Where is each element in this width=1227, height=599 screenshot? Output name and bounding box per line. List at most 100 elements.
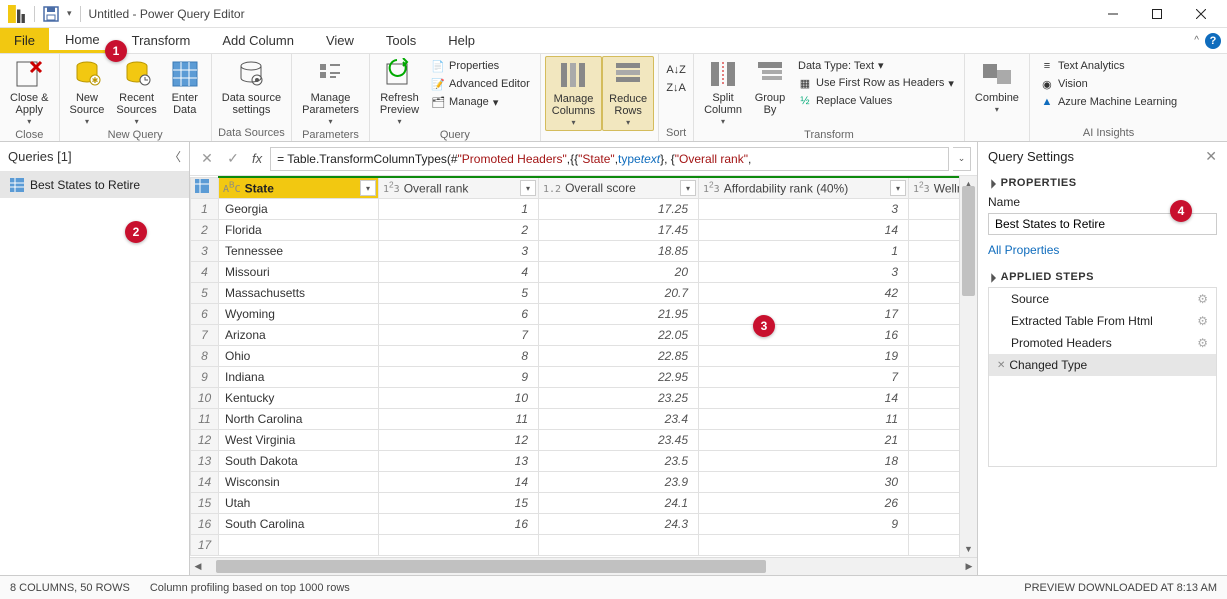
cell-wellness[interactable]	[909, 240, 960, 261]
data-source-settings-button[interactable]: Data source settings	[216, 56, 287, 118]
tab-help[interactable]: Help	[432, 28, 491, 53]
split-column-button[interactable]: Split Column▾	[698, 56, 748, 129]
cell-state[interactable]: Wisconsin	[219, 471, 379, 492]
column-header-state[interactable]: ABCState▾	[219, 177, 379, 198]
cell-afford[interactable]: 14	[699, 387, 909, 408]
refresh-preview-button[interactable]: Refresh Preview▾	[374, 56, 425, 129]
cell-rank[interactable]: 4	[379, 261, 539, 282]
cell-state[interactable]: Utah	[219, 492, 379, 513]
cell-score[interactable]: 23.4	[539, 408, 699, 429]
data-grid[interactable]: ABCState▾ 123Overall rank▾ 1.2Overall sc…	[190, 176, 959, 557]
gear-icon[interactable]: ⚙	[1197, 314, 1208, 328]
column-header-affordability[interactable]: 123Affordability rank (40%)▾	[699, 177, 909, 198]
cell-wellness[interactable]	[909, 345, 960, 366]
cell-score[interactable]: 23.9	[539, 471, 699, 492]
cell-rank[interactable]: 16	[379, 513, 539, 534]
applied-steps-section[interactable]: APPLIED STEPS	[988, 271, 1217, 283]
tab-file[interactable]: File	[0, 28, 49, 53]
table-row[interactable]: 15Utah1524.126	[191, 492, 960, 513]
properties-section[interactable]: PROPERTIES	[988, 177, 1217, 189]
table-row[interactable]: 17	[191, 534, 960, 555]
cell-afford[interactable]: 11	[699, 408, 909, 429]
sort-desc-button[interactable]: Z↓A	[667, 80, 685, 96]
cell-score[interactable]: 17.45	[539, 219, 699, 240]
tab-add-column[interactable]: Add Column	[206, 28, 310, 53]
query-item[interactable]: Best States to Retire	[0, 172, 189, 198]
tab-tools[interactable]: Tools	[370, 28, 432, 53]
cell-rank[interactable]: 15	[379, 492, 539, 513]
table-row[interactable]: 3Tennessee318.851	[191, 240, 960, 261]
filter-dropdown-icon[interactable]: ▾	[360, 180, 376, 196]
help-icon[interactable]: ?	[1205, 33, 1221, 49]
cell-score[interactable]: 22.05	[539, 324, 699, 345]
close-button[interactable]	[1179, 0, 1223, 28]
cell-state[interactable]: Tennessee	[219, 240, 379, 261]
cell-score[interactable]: 17.25	[539, 198, 699, 219]
scroll-thumb[interactable]	[962, 186, 975, 296]
cell-rank[interactable]: 8	[379, 345, 539, 366]
table-row[interactable]: 11North Carolina1123.411	[191, 408, 960, 429]
cell-wellness[interactable]	[909, 492, 960, 513]
formula-cancel-icon[interactable]: ✕	[196, 148, 218, 170]
table-row[interactable]: 8Ohio822.8519	[191, 345, 960, 366]
all-properties-link[interactable]: All Properties	[988, 243, 1217, 257]
table-row[interactable]: 9Indiana922.957	[191, 366, 960, 387]
collapse-queries-icon[interactable]: 〈	[169, 148, 181, 165]
cell-rank[interactable]: 10	[379, 387, 539, 408]
close-settings-icon[interactable]: ✕	[1205, 148, 1217, 165]
column-header-overall-score[interactable]: 1.2Overall score▾	[539, 177, 699, 198]
cell-score[interactable]: 22.85	[539, 345, 699, 366]
table-row[interactable]: 16South Carolina1624.39	[191, 513, 960, 534]
cell-state[interactable]: Massachusetts	[219, 282, 379, 303]
new-source-button[interactable]: ✱ New Source▾	[64, 56, 111, 129]
scroll-left-icon[interactable]: ◀	[190, 558, 206, 575]
properties-button[interactable]: 📄Properties	[429, 58, 532, 74]
scroll-down-icon[interactable]: ▼	[960, 541, 977, 557]
cell-state[interactable]: South Carolina	[219, 513, 379, 534]
cell-state[interactable]: Missouri	[219, 261, 379, 282]
cell-wellness[interactable]	[909, 387, 960, 408]
tab-transform[interactable]: Transform	[116, 28, 207, 53]
cell-state[interactable]: Ohio	[219, 345, 379, 366]
cell-afford[interactable]: 26	[699, 492, 909, 513]
cell-rank[interactable]: 13	[379, 450, 539, 471]
cell-wellness[interactable]	[909, 219, 960, 240]
gear-icon[interactable]: ⚙	[1197, 336, 1208, 350]
cell-state[interactable]: West Virginia	[219, 429, 379, 450]
cell-state[interactable]: Arizona	[219, 324, 379, 345]
table-corner-button[interactable]	[191, 177, 219, 198]
cell-wellness[interactable]	[909, 408, 960, 429]
table-row[interactable]: 12West Virginia1223.4521	[191, 429, 960, 450]
column-header-overall-rank[interactable]: 123Overall rank▾	[379, 177, 539, 198]
save-icon[interactable]	[43, 6, 59, 22]
table-row[interactable]: 1Georgia117.253	[191, 198, 960, 219]
manage-parameters-button[interactable]: Manage Parameters▾	[296, 56, 365, 129]
cell-wellness[interactable]	[909, 261, 960, 282]
cell-score[interactable]: 22.95	[539, 366, 699, 387]
cell-wellness[interactable]	[909, 198, 960, 219]
cell-afford[interactable]: 16	[699, 324, 909, 345]
cell-wellness[interactable]	[909, 303, 960, 324]
enter-data-button[interactable]: Enter Data	[163, 56, 207, 118]
cell-afford[interactable]: 9	[699, 513, 909, 534]
cell-state[interactable]	[219, 534, 379, 555]
cell-rank[interactable]: 6	[379, 303, 539, 324]
gear-icon[interactable]: ⚙	[1197, 292, 1208, 306]
cell-rank[interactable]: 12	[379, 429, 539, 450]
cell-afford[interactable]: 1	[699, 240, 909, 261]
cell-afford[interactable]: 3	[699, 198, 909, 219]
cell-rank[interactable]: 11	[379, 408, 539, 429]
cell-score[interactable]: 23.25	[539, 387, 699, 408]
cell-afford[interactable]: 17	[699, 303, 909, 324]
cell-rank[interactable]: 9	[379, 366, 539, 387]
cell-afford[interactable]: 42	[699, 282, 909, 303]
reduce-rows-button[interactable]: Reduce Rows▾	[602, 56, 654, 131]
cell-wellness[interactable]	[909, 534, 960, 555]
first-row-headers-button[interactable]: ▦Use First Row as Headers ▾	[796, 75, 956, 91]
table-row[interactable]: 5Massachusetts520.742	[191, 282, 960, 303]
maximize-button[interactable]	[1135, 0, 1179, 28]
cell-score[interactable]: 21.95	[539, 303, 699, 324]
cell-wellness[interactable]	[909, 282, 960, 303]
cell-afford[interactable]: 18	[699, 450, 909, 471]
cell-state[interactable]: Wyoming	[219, 303, 379, 324]
